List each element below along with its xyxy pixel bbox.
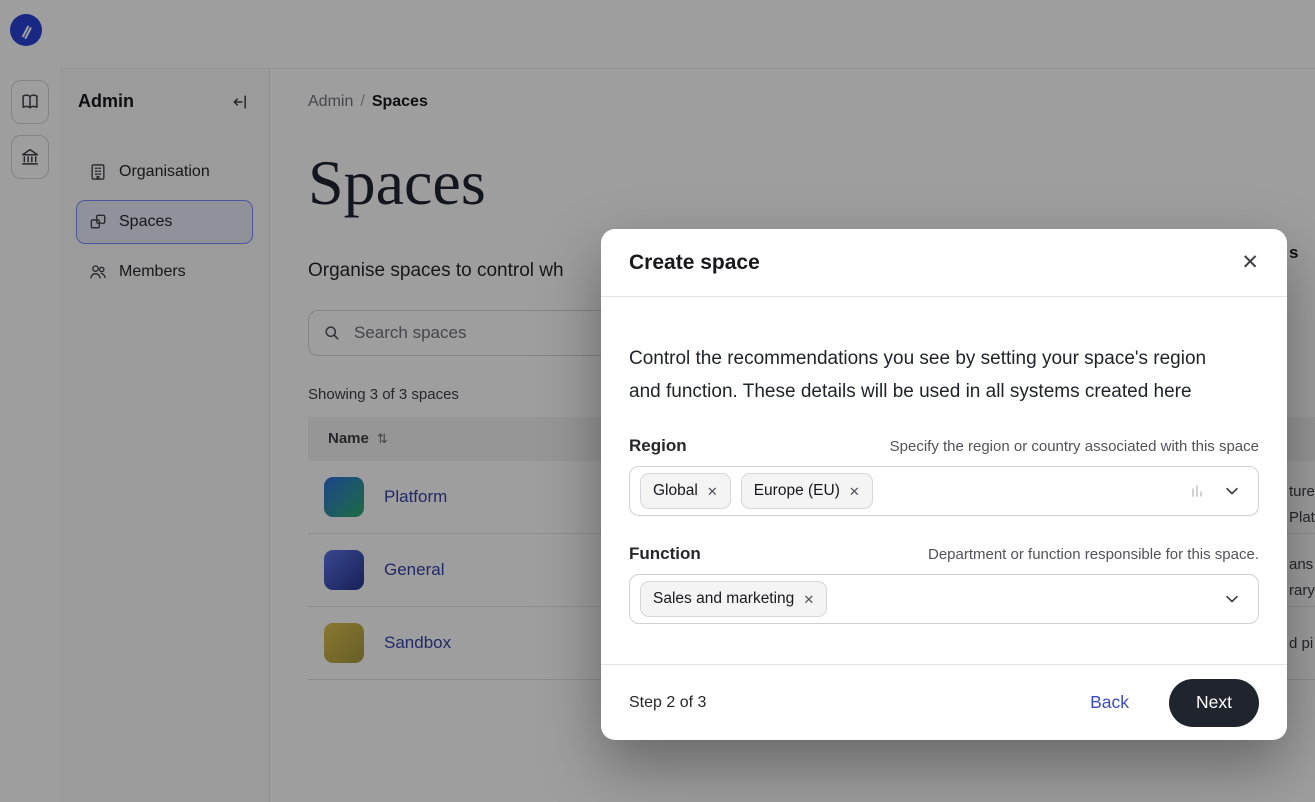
modal-footer: Step 2 of 3 Back Next [601, 664, 1287, 740]
region-field-head: Region Specify the region or country ass… [629, 436, 1259, 456]
region-label: Region [629, 436, 687, 456]
next-button[interactable]: Next [1169, 679, 1259, 727]
modal-body: Control the recommendations you see by s… [601, 297, 1287, 664]
footer-actions: Back Next [1084, 679, 1259, 727]
function-field-head: Function Department or function responsi… [629, 544, 1259, 564]
function-select[interactable]: Sales and marketing ✕ [629, 574, 1259, 624]
region-select-controls [1188, 481, 1242, 501]
chip-remove-icon[interactable]: ✕ [707, 485, 718, 498]
region-field: Region Specify the region or country ass… [629, 436, 1259, 516]
function-select-controls [1222, 589, 1242, 609]
chip-remove-icon[interactable]: ✕ [803, 593, 814, 606]
function-field: Function Department or function responsi… [629, 544, 1259, 624]
chip-label: Europe (EU) [754, 482, 840, 500]
chip-label: Sales and marketing [653, 590, 794, 608]
region-chip: Global ✕ [640, 473, 731, 509]
close-icon[interactable]: ✕ [1239, 250, 1261, 275]
chip-remove-icon[interactable]: ✕ [849, 485, 860, 498]
step-indicator: Step 2 of 3 [629, 694, 706, 712]
modal-title: Create space [629, 251, 760, 275]
modal-header: Create space ✕ [601, 229, 1287, 297]
back-button[interactable]: Back [1084, 691, 1135, 714]
bars-indicator-icon [1188, 482, 1206, 500]
function-helper: Department or function responsible for t… [928, 546, 1259, 563]
function-label: Function [629, 544, 701, 564]
chevron-down-icon [1222, 481, 1242, 501]
region-chip: Europe (EU) ✕ [741, 473, 873, 509]
modal-description: Control the recommendations you see by s… [629, 342, 1233, 408]
chevron-down-icon [1222, 589, 1242, 609]
function-chip: Sales and marketing ✕ [640, 581, 827, 617]
region-select[interactable]: Global ✕ Europe (EU) ✕ [629, 466, 1259, 516]
chip-label: Global [653, 482, 698, 500]
create-space-modal: Create space ✕ Control the recommendatio… [601, 229, 1287, 740]
region-helper: Specify the region or country associated… [890, 438, 1259, 455]
